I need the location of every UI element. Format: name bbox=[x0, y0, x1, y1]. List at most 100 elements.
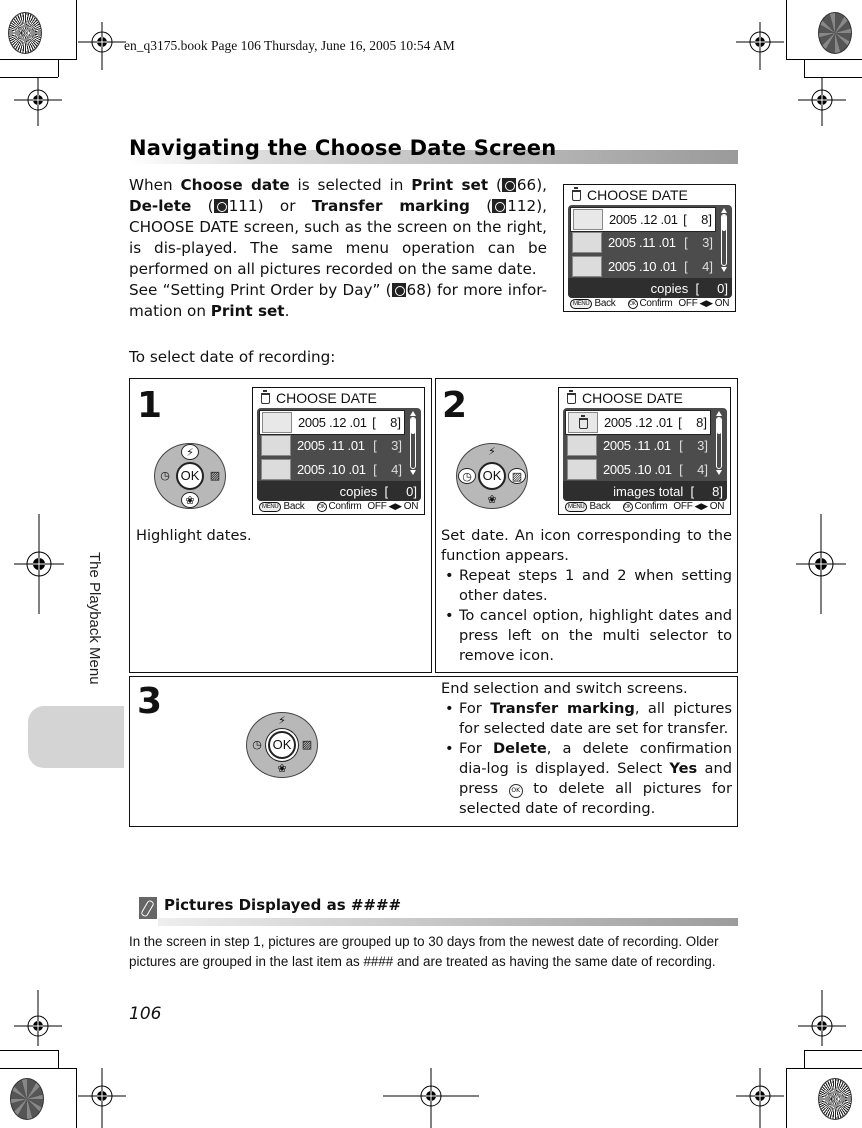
scroll-thumb bbox=[722, 215, 726, 231]
registration-mark-icon bbox=[796, 514, 846, 614]
left-right-arrows-icon: ◀▶ bbox=[699, 298, 714, 308]
flash-icon: ⚡ bbox=[181, 444, 199, 460]
off-label: OFF bbox=[673, 501, 693, 512]
text: ( bbox=[191, 197, 214, 215]
on-label: ON bbox=[714, 298, 730, 309]
registration-mark-icon bbox=[14, 78, 62, 126]
confirm-label: Confirm bbox=[328, 501, 362, 512]
trash-icon bbox=[572, 186, 581, 201]
page-reference-number: 112 bbox=[507, 197, 537, 215]
screen-title-text: CHOOSE DATE bbox=[276, 390, 377, 406]
side-tab-label: The Playback Menu bbox=[86, 552, 103, 685]
page-reference-icon bbox=[501, 178, 516, 192]
menu-button-icon: MENU bbox=[259, 501, 282, 512]
off-label: OFF bbox=[367, 501, 387, 512]
text: is selected in bbox=[289, 176, 412, 194]
on-label: ON bbox=[403, 501, 419, 512]
multi-selector-step-3: ⚡ ❀ ◷ ▨ OK bbox=[246, 712, 318, 778]
date-thumbnail bbox=[567, 435, 597, 456]
self-timer-icon: ◷ bbox=[252, 738, 262, 751]
text: For bbox=[459, 740, 493, 757]
page-reference-icon bbox=[492, 199, 507, 213]
note-title: Pictures Displayed as #### bbox=[164, 896, 402, 914]
macro-icon: ❀ bbox=[277, 762, 287, 775]
date-thumbnail bbox=[567, 458, 597, 480]
ok-button: OK bbox=[176, 462, 204, 490]
step-2-instruction: Set date. An icon corresponding to the f… bbox=[441, 527, 732, 564]
intro-paragraph: When Choose date is selected in Print se… bbox=[129, 175, 547, 280]
picture-count: [ 8] bbox=[683, 212, 712, 227]
date-row: 2005 .10 .01 [ 4] bbox=[565, 457, 711, 481]
date-thumbnail bbox=[572, 255, 602, 277]
scroll-thumb bbox=[717, 418, 721, 434]
page-reference-number: 68 bbox=[406, 281, 426, 299]
intro-paragraph: See “Setting Print Order by Day” (68) fo… bbox=[129, 280, 547, 322]
screen-title-text: CHOOSE DATE bbox=[587, 187, 688, 203]
scrollbar bbox=[715, 411, 723, 475]
note-gradient-bar bbox=[158, 918, 738, 926]
scrollbar bbox=[720, 208, 728, 272]
date-row: 2005 .10 .01 [ 4] bbox=[259, 457, 405, 481]
off-label: OFF bbox=[678, 298, 698, 309]
crop-line bbox=[804, 59, 805, 77]
exposure-comp-icon: ▨ bbox=[508, 468, 526, 484]
camera-screen-step-1: CHOOSE DATE 2005 .12 .01 [ 8] 2005 .11 .01 [… bbox=[252, 387, 425, 515]
section-heading: Navigating the Choose Date Screen bbox=[129, 136, 738, 164]
color-target-bottom-right bbox=[818, 1078, 852, 1120]
date-label: 2005 .10 .01 bbox=[603, 461, 672, 477]
left-right-arrows-icon: ◀▶ bbox=[388, 501, 403, 511]
trash-icon bbox=[567, 389, 576, 404]
lead-text: To select date of recording: bbox=[129, 348, 336, 366]
date-row: 2005 .11 .01 [ 3] bbox=[259, 434, 405, 458]
scroll-down-arrow-icon bbox=[410, 470, 416, 475]
flash-icon: ⚡ bbox=[278, 714, 286, 727]
picture-count: [ 3] bbox=[373, 438, 402, 453]
step-3-bullets: For Transfer marking, all pictures for s… bbox=[441, 699, 732, 819]
date-thumbnail bbox=[262, 412, 292, 433]
bullet-item: For Transfer marking, all pictures for s… bbox=[441, 699, 732, 739]
scroll-up-arrow-icon bbox=[721, 208, 727, 213]
menu-button-icon: MENU bbox=[565, 501, 588, 512]
crop-line bbox=[58, 59, 59, 77]
date-label: 2005 .12 .01 bbox=[609, 212, 678, 227]
exposure-comp-icon: ▨ bbox=[301, 738, 313, 751]
step-number: 1 bbox=[137, 385, 163, 426]
print-header-stamp: en_q3175.book Page 106 Thursday, June 16… bbox=[124, 38, 455, 53]
screen-title: CHOOSE DATE bbox=[572, 186, 688, 203]
picture-count: [ 4] bbox=[679, 461, 708, 477]
registration-mark-icon bbox=[14, 990, 62, 1046]
registration-mark-icon bbox=[736, 22, 784, 70]
bullet-item: For Delete, a delete confirmation dia-lo… bbox=[441, 739, 732, 819]
camera-screen-step-2: CHOOSE DATE 2005 .12 .01 [ 8] 2005 .11 .01 [… bbox=[558, 387, 731, 515]
text: ) or bbox=[257, 197, 312, 215]
date-label: 2005 .10 .01 bbox=[297, 461, 366, 477]
page-reference-number: 111 bbox=[228, 197, 258, 215]
scroll-down-arrow-icon bbox=[716, 470, 722, 475]
bold-term: Delete bbox=[492, 740, 547, 757]
crop-line bbox=[786, 59, 862, 60]
scroll-up-arrow-icon bbox=[716, 411, 722, 416]
button-guide: MENU Back OK Confirm OFF ◀▶ ON bbox=[259, 500, 420, 513]
date-list-panel: 2005 .12 .01 [ 8] 2005 .11 .01 [ 3] 2005 .10… bbox=[563, 408, 727, 501]
step-1-text: Highlight dates. bbox=[136, 526, 426, 546]
note-body: In the screen in step 1, pictures are gr… bbox=[129, 934, 719, 969]
bullet-item: To cancel option, highlight dates and pr… bbox=[441, 606, 732, 666]
menu-button-icon: MENU bbox=[570, 298, 593, 309]
crop-line bbox=[76, 0, 77, 60]
ok-button-icon: OK bbox=[627, 298, 638, 309]
bold-term: Transfer marking bbox=[311, 197, 470, 215]
page-reference-icon bbox=[391, 283, 406, 297]
registration-mark-icon bbox=[14, 514, 64, 614]
registration-mark-icon bbox=[383, 1068, 479, 1128]
page-reference-icon bbox=[213, 199, 228, 213]
date-row: 2005 .12 .01 [ 8] bbox=[565, 410, 711, 435]
date-label: 2005 .12 .01 bbox=[298, 415, 367, 430]
scroll-down-arrow-icon bbox=[721, 267, 727, 272]
date-label: 2005 .12 .01 bbox=[604, 415, 673, 430]
macro-icon: ❀ bbox=[487, 493, 497, 506]
self-timer-icon: ◷ bbox=[458, 468, 476, 484]
text: When bbox=[129, 176, 181, 194]
ok-button-icon: OK bbox=[622, 501, 633, 512]
crop-line bbox=[804, 1050, 862, 1051]
picture-count: [ 3] bbox=[679, 438, 708, 453]
